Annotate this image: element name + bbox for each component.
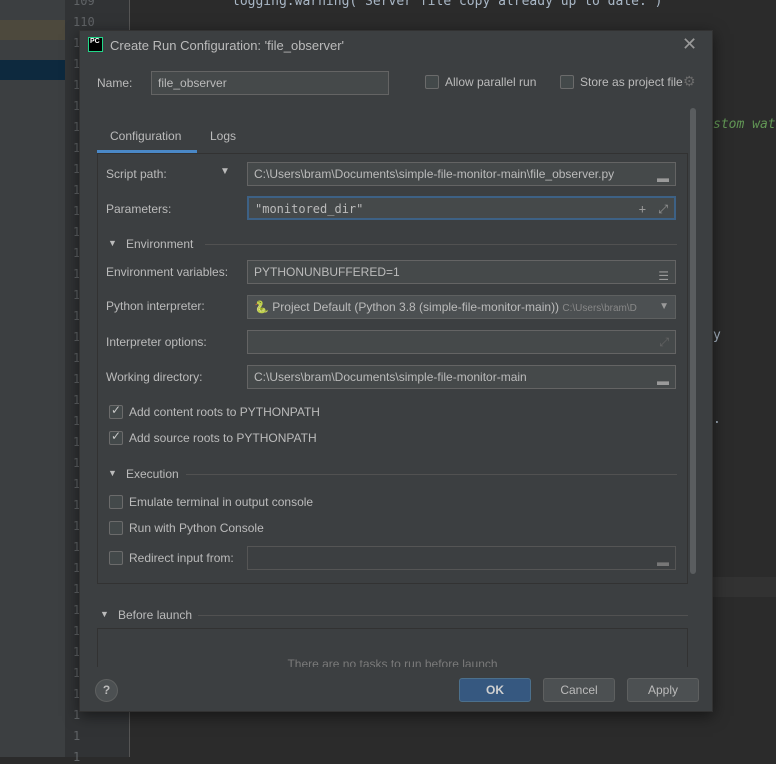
parameters-label: Parameters: — [106, 202, 172, 216]
store-project-label: Store as project file — [580, 75, 683, 89]
divider — [186, 474, 677, 475]
help-button[interactable]: ? — [95, 679, 118, 702]
name-label: Name: — [97, 76, 133, 90]
allow-parallel-checkbox[interactable] — [425, 75, 439, 89]
list-icon[interactable]: ☰ — [658, 265, 669, 283]
tab-configuration[interactable]: Configuration — [110, 129, 181, 143]
script-path-value: C:\Users\bram\Documents\simple-file-moni… — [254, 167, 615, 181]
env-vars-value: PYTHONUNBUFFERED=1 — [254, 265, 400, 279]
divider — [205, 244, 677, 245]
interpreter-path: C:\Users\bram\D — [562, 303, 637, 314]
close-icon[interactable]: ✕ — [682, 34, 697, 55]
gear-icon[interactable]: ⚙ — [683, 73, 696, 90]
ok-button[interactable]: OK — [459, 678, 531, 702]
env-vars-input[interactable]: PYTHONUNBUFFERED=1 ☰ — [247, 260, 676, 284]
redirect-input-label: Redirect input from: — [129, 551, 234, 565]
selected-row[interactable] — [0, 60, 65, 80]
env-vars-label: Environment variables: — [106, 265, 229, 279]
execution-section[interactable]: Execution — [126, 467, 179, 481]
scrollbar[interactable] — [690, 108, 696, 574]
cancel-button[interactable]: Cancel — [543, 678, 615, 702]
folder-icon[interactable]: ▬ — [657, 551, 669, 569]
line-number: 109 — [73, 0, 95, 8]
parameters-input[interactable]: "monitored_dir" + ⤢ — [247, 196, 676, 220]
interpreter-value: Project Default (Python 3.8 (simple-file… — [272, 300, 560, 314]
expand-icon[interactable]: ⤢ — [658, 198, 668, 218]
run-configuration-dialog: PC Create Run Configuration: 'file_obser… — [79, 30, 713, 712]
folder-icon[interactable]: ▬ — [657, 167, 669, 185]
name-input[interactable]: file_observer — [151, 71, 389, 95]
divider — [198, 615, 688, 616]
working-dir-label: Working directory: — [106, 370, 203, 384]
before-launch-section[interactable]: Before launch — [118, 608, 192, 622]
add-source-roots-checkbox[interactable] — [109, 429, 123, 445]
code-line: logging.warning('Server file copy alread… — [232, 0, 663, 9]
emulate-terminal-label: Emulate terminal in output console — [129, 495, 314, 509]
line-number: 1 — [73, 750, 81, 764]
parameters-value: "monitored_dir" — [255, 202, 364, 216]
line-number: 110 — [73, 15, 95, 29]
caret-row — [713, 577, 776, 597]
python-icon: 🐍 — [254, 300, 269, 314]
interpreter-select[interactable]: 🐍 Project Default (Python 3.8 (simple-fi… — [247, 295, 676, 319]
folder-icon[interactable]: ▬ — [657, 370, 669, 388]
code-fragment: stom wat — [713, 117, 776, 132]
interp-options-input[interactable]: ⤢ — [247, 330, 676, 354]
line-number: 1 — [73, 729, 81, 743]
interp-options-label: Interpreter options: — [106, 335, 207, 349]
environment-section[interactable]: Environment — [126, 237, 193, 251]
store-project-checkbox[interactable] — [560, 75, 574, 89]
collapse-icon[interactable]: ▼ — [100, 609, 109, 619]
collapse-icon[interactable]: ▼ — [108, 468, 117, 478]
add-content-roots-label: Add content roots to PYTHONPATH — [129, 405, 320, 419]
empty-list-text: There are no tasks to run before launch — [287, 657, 498, 667]
working-dir-value: C:\Users\bram\Documents\simple-file-moni… — [254, 370, 527, 384]
code-fragment: . — [713, 412, 721, 427]
script-path-label: Script path: — [106, 167, 167, 181]
redirect-input-field[interactable]: ▬ — [247, 546, 676, 570]
emulate-terminal-checkbox[interactable] — [109, 495, 123, 509]
highlighted-row[interactable] — [0, 20, 65, 40]
interpreter-label: Python interpreter: — [106, 299, 205, 313]
tab-logs[interactable]: Logs — [210, 129, 236, 143]
before-launch-list: There are no tasks to run before launch — [97, 628, 688, 667]
script-path-input[interactable]: C:\Users\bram\Documents\simple-file-moni… — [247, 162, 676, 186]
redirect-input-checkbox[interactable] — [109, 551, 123, 565]
add-content-roots-checkbox[interactable] — [109, 403, 123, 419]
apply-button[interactable]: Apply — [627, 678, 699, 702]
working-dir-input[interactable]: C:\Users\bram\Documents\simple-file-moni… — [247, 365, 676, 389]
collapse-icon[interactable]: ▼ — [108, 238, 117, 248]
run-python-console-checkbox[interactable] — [109, 521, 123, 535]
project-panel — [0, 0, 65, 757]
expand-icon[interactable]: ⤢ — [659, 331, 669, 353]
plus-icon[interactable]: + — [639, 198, 646, 218]
allow-parallel-label: Allow parallel run — [445, 75, 537, 89]
run-python-console-label: Run with Python Console — [129, 521, 264, 535]
code-fragment: y — [713, 328, 721, 343]
chevron-down-icon[interactable]: ▼ — [655, 296, 669, 318]
chevron-down-icon[interactable]: ▼ — [220, 166, 230, 177]
pycharm-logo: PC — [88, 37, 103, 52]
add-source-roots-label: Add source roots to PYTHONPATH — [129, 431, 317, 445]
dialog-title: Create Run Configuration: 'file_observer… — [110, 38, 345, 53]
